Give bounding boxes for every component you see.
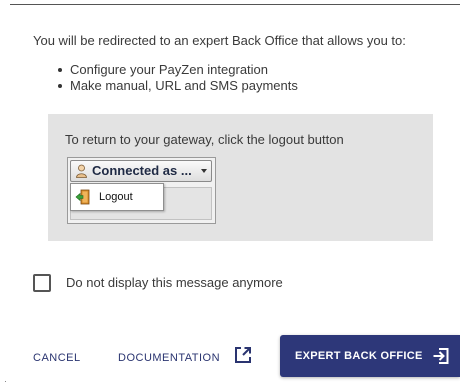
login-icon — [433, 348, 449, 364]
documentation-label: DOCUMENTATION — [118, 352, 221, 364]
expert-back-office-label: EXPERT BACK OFFICE — [295, 350, 423, 362]
external-link-icon — [235, 347, 251, 363]
chevron-down-icon — [201, 169, 207, 173]
expert-back-office-button[interactable]: EXPERT BACK OFFICE — [280, 335, 460, 377]
user-icon — [76, 164, 87, 178]
logout-illustration: Connected as ... Logout — [67, 157, 216, 224]
corner-mark — [5, 381, 6, 382]
connected-as-bar: Connected as ... — [70, 160, 212, 182]
logout-hint-text: To return to your gateway, click the log… — [65, 132, 344, 147]
feature-list: Configure your PayZen integration Make m… — [56, 62, 298, 94]
logout-door-icon — [75, 189, 90, 205]
top-divider — [10, 4, 460, 5]
logout-menu-item: Logout — [99, 191, 133, 203]
list-item: Make manual, URL and SMS payments — [56, 78, 298, 94]
list-item: Configure your PayZen integration — [56, 62, 298, 78]
dont-show-again-checkbox[interactable] — [33, 274, 51, 292]
dont-show-again-label[interactable]: Do not display this message anymore — [66, 275, 283, 291]
intro-text: You will be redirected to an expert Back… — [33, 33, 406, 48]
logout-menu: Logout — [70, 183, 164, 211]
logout-hint-panel: To return to your gateway, click the log… — [48, 114, 433, 241]
cancel-button[interactable]: CANCEL — [33, 351, 81, 365]
connected-as-label: Connected as ... — [92, 163, 192, 178]
